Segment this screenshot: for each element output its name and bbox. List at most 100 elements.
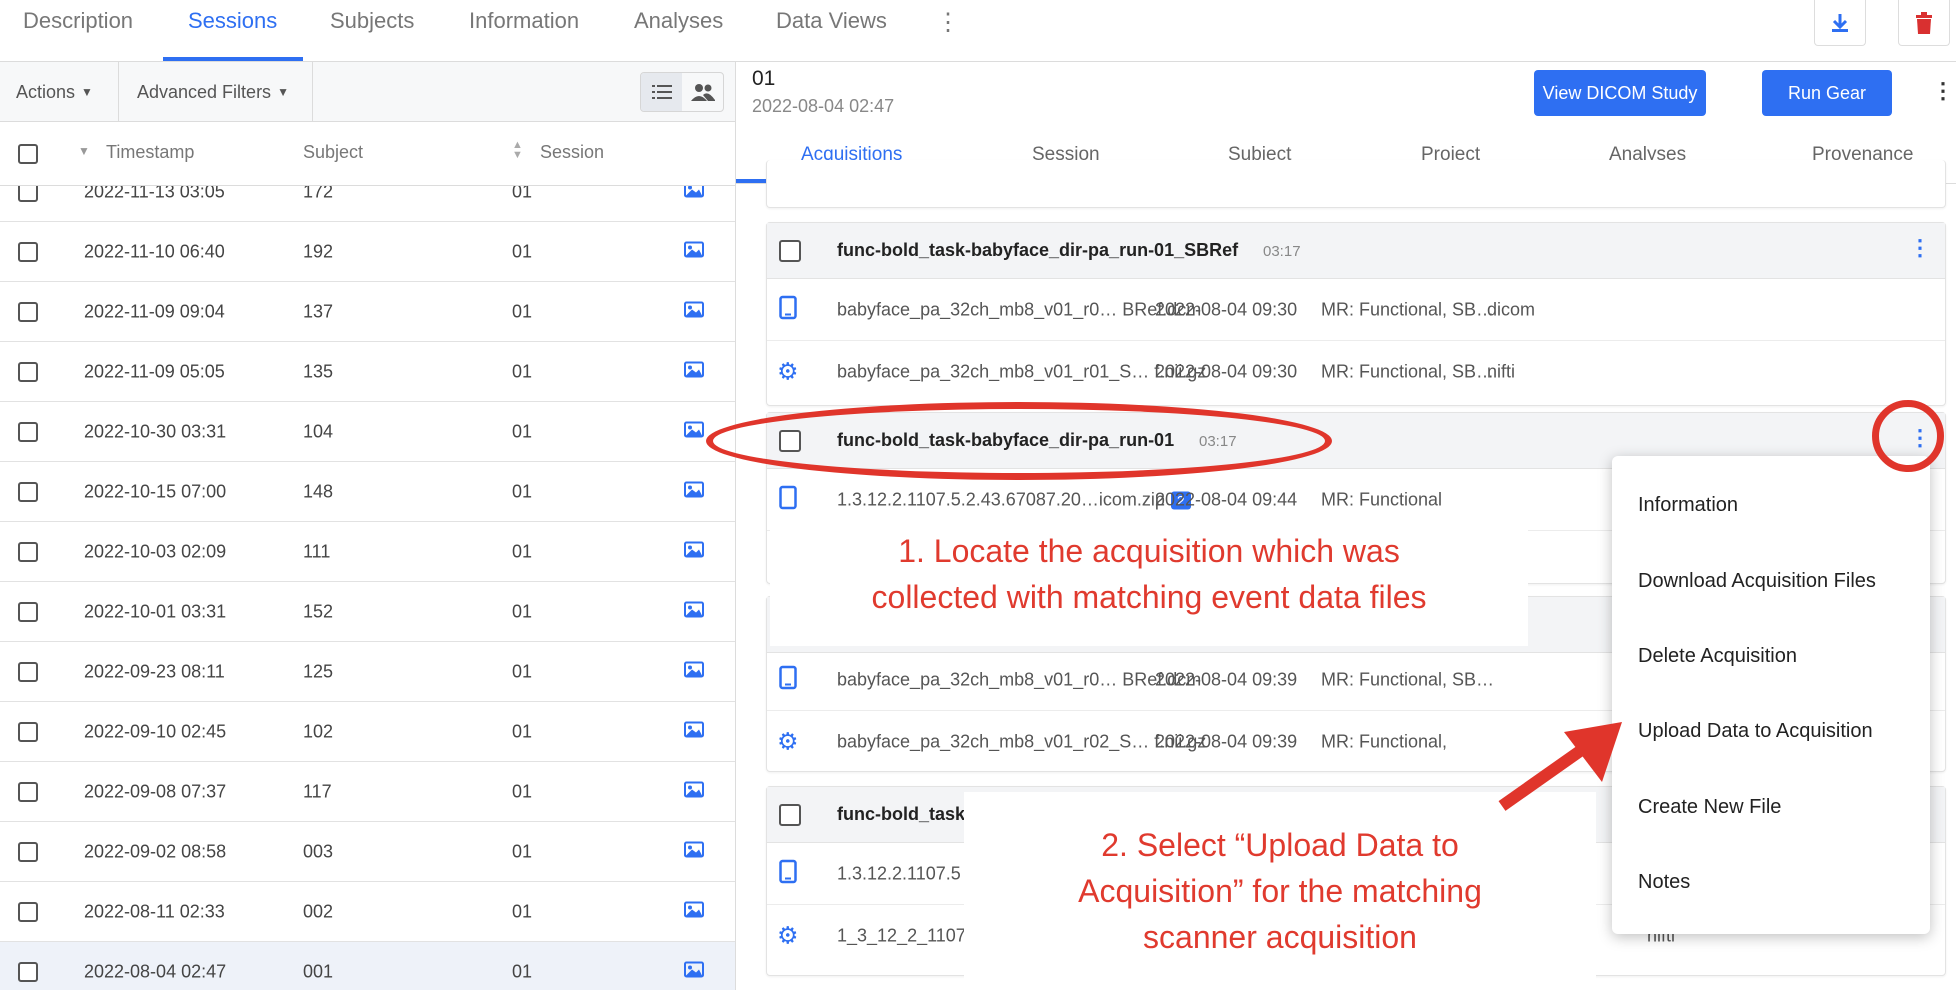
view-dicom-study-button[interactable]: View DICOM Study [1534,70,1706,116]
row-checkbox[interactable] [18,661,38,682]
menu-create-new-file[interactable]: Create New File [1638,796,1781,819]
row-session: 01 [512,361,533,381]
tab-description[interactable]: Description [23,8,133,34]
table-row[interactable]: 2022-09-02 08:58 003 01 [0,822,735,882]
session-date: 2022-08-04 02:47 [752,96,895,116]
tab-sessions[interactable]: Sessions [188,8,277,34]
row-checkbox[interactable] [18,841,38,862]
image-icon[interactable] [684,361,704,382]
table-row[interactable]: 2022-09-23 08:11 125 01 [0,642,735,702]
file-row[interactable]: babyface_pa_32ch_mb8_v01_r0… BRef.dcm 20… [767,279,1945,341]
file-name-container: 1.3.12.2.1107.5.2.43.67087.20…icom.zip 2 [837,489,1191,510]
menu-delete-acquisition[interactable]: Delete Acquisition [1638,645,1797,668]
image-icon[interactable] [684,721,704,742]
actions-dropdown[interactable]: Actions ▼ [16,62,93,122]
image-icon[interactable] [684,841,704,862]
sort-down-icon[interactable]: ▼ [78,144,90,158]
annotation-oval [706,402,1332,480]
gear-icon: ⚙ [777,922,799,950]
row-checkbox[interactable] [18,601,38,622]
row-checkbox[interactable] [18,541,38,562]
table-row[interactable]: 2022-10-15 07:00 148 01 [0,462,735,522]
more-tabs-icon[interactable]: ⋮ [936,8,960,37]
acquisition-checkbox[interactable] [779,804,801,826]
image-icon[interactable] [684,481,704,502]
table-row[interactable]: 2022-09-10 02:45 102 01 [0,702,735,762]
row-checkbox[interactable] [18,481,38,502]
row-subject: 002 [303,901,334,921]
acquisition-title[interactable]: func-bold_task-babyface_dir-pa_run-01_SB… [837,240,1238,261]
subject-view-button[interactable] [682,73,723,111]
table-row[interactable]: 2022-11-10 06:40 192 01 [0,222,735,282]
file-date: 2022-08-04 09:39 [1155,731,1298,752]
acquisition-more-icon[interactable]: ⋮ [1909,235,1931,261]
row-checkbox[interactable] [18,721,38,742]
menu-information[interactable]: Information [1638,494,1738,517]
column-session[interactable]: Session [540,142,604,163]
download-button[interactable] [1814,0,1866,46]
acquisition-card-previous [766,160,1946,208]
file-row[interactable]: ⚙ babyface_pa_32ch_mb8_v01_r01_S… f.nii.… [767,341,1945,403]
table-row[interactable]: 2022-10-30 03:31 104 01 [0,402,735,462]
column-timestamp[interactable]: Timestamp [106,142,194,163]
session-more-icon[interactable]: ⋮ [1932,78,1954,104]
table-row[interactable]: 2022-11-09 05:05 135 01 [0,342,735,402]
column-subject[interactable]: Subject [303,142,363,163]
image-icon[interactable] [684,901,704,922]
annotation-step-1: 1. Locate the acquisition which was coll… [770,528,1528,620]
menu-notes[interactable]: Notes [1638,871,1690,894]
file-date: 2022-08-04 09:39 [1155,669,1298,689]
annotation-step-2: 2. Select “Upload Data to Acquisition” f… [964,822,1596,960]
row-checkbox[interactable] [18,361,38,382]
table-row[interactable]: 2022-08-11 02:33 002 01 [0,882,735,942]
select-all-checkbox[interactable] [18,144,38,164]
tab-information[interactable]: Information [469,8,579,34]
table-row[interactable]: 2022-09-08 07:37 117 01 [0,762,735,822]
run-gear-button[interactable]: Run Gear [1762,70,1892,116]
image-icon[interactable] [684,301,704,322]
file-date: 2022-08-04 09:30 [1155,361,1298,382]
file-type: MR: Functional, SB… [1321,669,1495,689]
delete-button[interactable] [1898,0,1950,46]
tab-subjects[interactable]: Subjects [330,8,414,34]
table-row[interactable]: 2022-10-03 02:09 111 01 [0,522,735,582]
gear-icon: ⚙ [777,358,799,386]
image-icon[interactable] [684,421,704,442]
row-subject: 111 [303,541,331,561]
file-name: babyface_pa_32ch_mb8_v01_r0… BRef.dcm [837,669,1202,689]
acquisition-title[interactable]: func-bold_task [837,804,965,825]
row-checkbox[interactable] [18,901,38,922]
table-row[interactable]: 2022-10-01 03:31 152 01 [0,582,735,642]
tab-data-views[interactable]: Data Views [776,8,887,34]
table-row[interactable]: 2022-11-09 09:04 137 01 [0,282,735,342]
image-icon[interactable] [684,601,704,622]
menu-download-acquisition-files[interactable]: Download Acquisition Files [1638,570,1876,593]
row-checkbox[interactable] [18,781,38,802]
image-icon[interactable] [684,541,704,562]
image-icon[interactable] [684,661,704,682]
row-checkbox[interactable] [18,301,38,322]
sort-icon[interactable]: ▲ ▼ [512,140,523,161]
menu-upload-data-to-acquisition[interactable]: Upload Data to Acquisition [1638,720,1873,743]
row-checkbox[interactable] [18,961,38,982]
caret-down-icon: ▼ [277,85,289,99]
acquisition-time: 03:17 [1263,243,1301,260]
acquisition-checkbox[interactable] [779,240,801,262]
advanced-filters-dropdown[interactable]: Advanced Filters ▼ [137,62,289,122]
row-timestamp: 2022-11-10 06:40 [84,241,225,261]
acquisition-header: func-bold_task-babyface_dir-pa_run-01_SB… [767,223,1945,279]
list-view-button[interactable] [641,73,682,111]
row-checkbox[interactable] [18,421,38,442]
row-subject: 148 [303,481,334,501]
row-subject: 003 [303,841,334,861]
image-icon[interactable] [684,961,704,982]
row-subject: 137 [303,301,334,321]
image-icon[interactable] [684,781,704,802]
image-icon[interactable] [684,241,704,262]
list-icon [651,85,672,99]
file-format: dicom [1487,299,1536,319]
file-name: 1.3.12.2.1107.5 [837,863,961,883]
row-checkbox[interactable] [18,241,38,262]
tab-analyses[interactable]: Analyses [634,8,723,34]
table-row[interactable]: 2022-08-04 02:47 001 01 [0,942,735,990]
